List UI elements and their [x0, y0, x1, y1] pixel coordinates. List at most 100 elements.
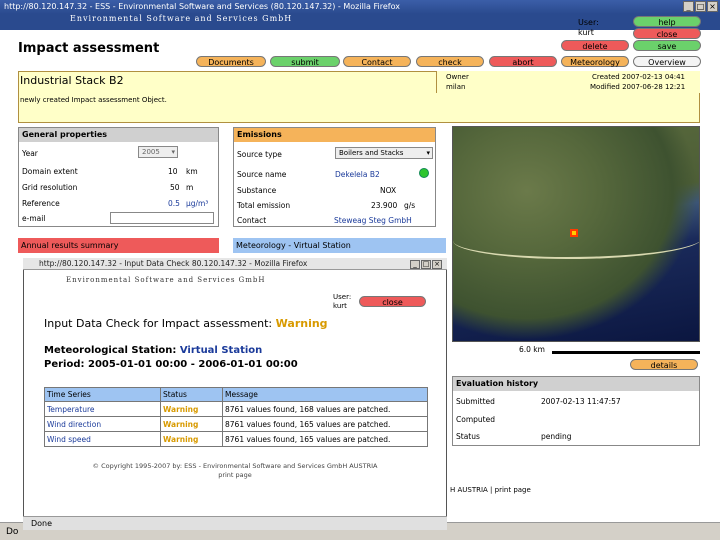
meteorology-button[interactable]: Meteorology — [561, 56, 629, 67]
contact-link[interactable]: Steweag Steg GmbH — [334, 216, 412, 225]
map-scale-label: 6.0 km — [519, 345, 545, 354]
overview-button[interactable]: Overview — [633, 56, 701, 67]
dialog-title-bar: http://80.120.147.32 - Input Data Check … — [23, 258, 447, 270]
contact-button[interactable]: Contact — [343, 56, 411, 67]
series-link[interactable]: Temperature — [44, 401, 161, 417]
abort-button[interactable]: abort — [489, 56, 557, 67]
dialog-heading: Input Data Check for Impact assessment: … — [44, 317, 328, 330]
col-header-message: Message — [222, 387, 428, 402]
table-row: Wind speed Warning 8761 values found, 16… — [44, 431, 428, 447]
submit-button[interactable]: submit — [270, 56, 340, 67]
dialog-status-bar: Done — [23, 516, 447, 530]
table-row: Wind direction Warning 8761 values found… — [44, 416, 428, 432]
status-value: pending — [541, 432, 572, 441]
status-indicator-icon — [419, 168, 429, 178]
general-properties-heading: General properties — [19, 128, 218, 142]
table-row: Temperature Warning 8761 values found, 1… — [44, 401, 428, 417]
delete-button[interactable]: delete — [561, 40, 629, 51]
total-emission-label: Total emission — [237, 201, 291, 210]
evaluation-history-panel: Evaluation history — [452, 376, 700, 446]
page-title: Impact assessment — [18, 41, 160, 56]
maximize-button[interactable]: □ — [695, 1, 706, 12]
reference-label: Reference — [22, 199, 60, 208]
coastline — [453, 219, 699, 259]
station-line: Meteorological Station: Virtual Station — [44, 345, 262, 356]
meteorology-heading: Meteorology - Virtual Station — [233, 238, 446, 253]
year-select[interactable]: 2005 ▾ — [138, 146, 178, 158]
save-button[interactable]: save — [633, 40, 701, 51]
minimize-button[interactable]: _ — [410, 260, 420, 269]
close-button[interactable]: close — [633, 28, 701, 39]
documents-button[interactable]: Documents — [196, 56, 266, 67]
chevron-down-icon: ▾ — [426, 149, 430, 157]
main-status-text: Do — [6, 527, 19, 537]
maximize-button[interactable]: □ — [421, 260, 431, 269]
dialog-user-info: User: kurt — [333, 293, 351, 311]
reference-unit: µg/m³ — [186, 199, 209, 208]
time-series-table: Time Series Status Message Temperature W… — [44, 387, 428, 447]
row-message: 8761 values found, 165 values are patche… — [222, 431, 428, 447]
year-label: Year — [22, 149, 38, 158]
grid-label: Grid resolution — [22, 183, 78, 192]
row-status: Warning — [160, 416, 223, 432]
year-value: 2005 — [142, 148, 160, 156]
station-value: Virtual Station — [179, 345, 263, 356]
footer-behind: H AUSTRIA | print page — [450, 486, 531, 494]
email-label: e-mail — [22, 214, 46, 223]
evaluation-heading: Evaluation history — [453, 377, 699, 391]
dialog-close-button[interactable]: close — [359, 296, 426, 307]
extent-unit: km — [186, 167, 198, 176]
source-name-label: Source name — [237, 170, 287, 179]
ess-banner: Environmental Software and Services GmbH — [70, 14, 293, 23]
computed-label: Computed — [456, 415, 495, 424]
total-emission-value: 23.900 — [371, 201, 398, 210]
minimize-button[interactable]: _ — [683, 1, 694, 12]
grid-value: 50 — [170, 183, 180, 192]
reference-value: 0.5 — [168, 199, 180, 208]
check-button[interactable]: check — [416, 56, 484, 67]
dialog-heading-status: Warning — [275, 317, 328, 330]
created-date: Created 2007-02-13 04:41 — [592, 73, 686, 81]
total-emission-unit: g/s — [404, 201, 416, 210]
user-name: kurt — [578, 28, 594, 37]
submitted-value: 2007-02-13 11:47:57 — [541, 397, 621, 406]
details-button[interactable]: details — [630, 359, 698, 370]
col-header-status: Status — [160, 387, 223, 402]
series-link[interactable]: Wind speed — [44, 431, 161, 447]
owner-label: Owner — [446, 73, 469, 81]
dialog-window-controls: _ □ × — [410, 260, 442, 269]
source-type-select[interactable]: Boilers and Stacks ▾ — [335, 147, 433, 159]
dialog-user-label: User: — [333, 293, 352, 301]
contact-label: Contact — [237, 216, 267, 225]
close-window-button[interactable]: × — [707, 1, 718, 12]
source-type-label: Source type — [237, 150, 282, 159]
series-link[interactable]: Wind direction — [44, 416, 161, 432]
extent-label: Domain extent — [22, 167, 78, 176]
dialog-heading-text: Input Data Check for Impact assessment: — [44, 317, 273, 330]
col-header-series: Time Series — [44, 387, 161, 402]
close-window-button[interactable]: × — [432, 260, 442, 269]
source-name-link[interactable]: Dekelela B2 — [335, 170, 380, 179]
user-label: User: — [578, 18, 599, 27]
object-description: newly created Impact assessment Object. — [20, 96, 167, 104]
row-status: Warning — [160, 431, 223, 447]
submitted-label: Submitted — [456, 397, 495, 406]
email-field[interactable] — [110, 212, 214, 224]
dialog-ess-banner: Environmental Software and Services GmbH — [66, 276, 266, 284]
dialog-print-link[interactable]: print page — [80, 471, 390, 479]
dialog-copyright: © Copyright 1995-2007 by: ESS - Environm… — [92, 462, 378, 470]
window-title-bar: http://80.120.147.32 - ESS - Environment… — [0, 0, 720, 14]
grid-unit: m — [186, 183, 194, 192]
dialog-title: http://80.120.147.32 - Input Data Check … — [39, 259, 308, 268]
period-line: Period: 2005-01-01 00:00 - 2006-01-01 00… — [44, 359, 298, 370]
map-scale-bar — [552, 351, 700, 354]
help-button[interactable]: help — [633, 16, 701, 27]
dialog-status-text: Done — [31, 519, 53, 528]
chevron-down-icon: ▾ — [171, 148, 175, 156]
row-message: 8761 values found, 168 values are patche… — [222, 401, 428, 417]
substance-value: NOX — [380, 186, 397, 195]
station-label: Meteorological Station: — [44, 345, 177, 356]
user-info: User: kurt — [578, 18, 599, 38]
modified-date: Modified 2007-06-28 12:21 — [590, 83, 686, 91]
source-marker-icon[interactable] — [570, 229, 578, 237]
